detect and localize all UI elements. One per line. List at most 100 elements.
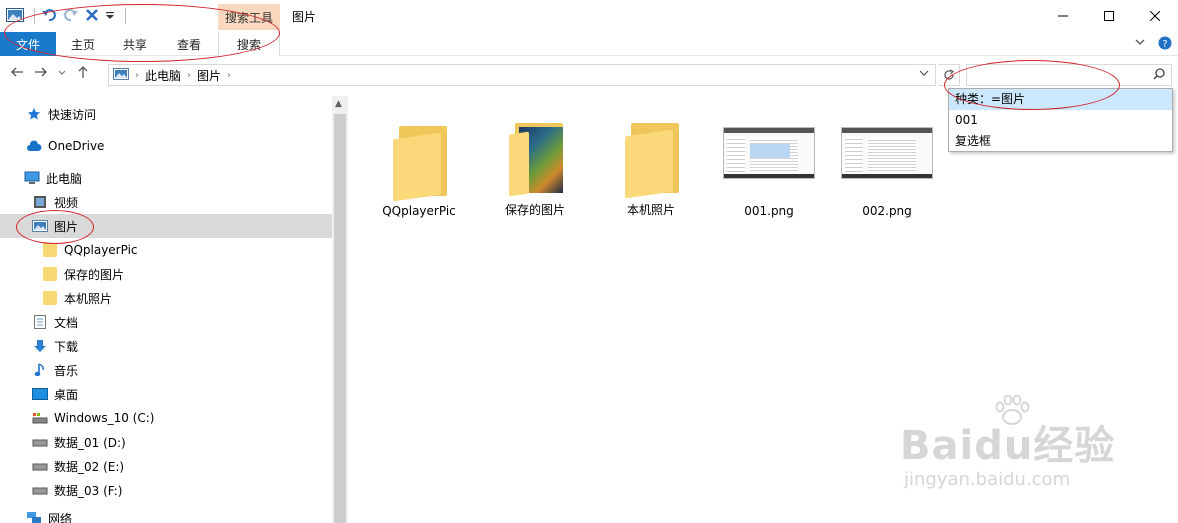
refresh-icon (943, 69, 954, 80)
sidebar-item-label: 数据_02 (E:) (54, 459, 125, 474)
file-item-001-png[interactable]: 001.png (714, 108, 824, 218)
search-box[interactable] (966, 64, 1172, 86)
window-controls (1040, 0, 1178, 32)
sidebar-item-onedrive[interactable]: OneDrive (0, 134, 332, 158)
maximize-icon (1104, 11, 1114, 21)
file-name: 保存的图片 (504, 203, 565, 217)
thumbnail (487, 108, 583, 197)
sidebar-item-label: QQplayerPic (64, 243, 138, 257)
tab-view[interactable]: 查看 (162, 32, 216, 56)
help-icon[interactable]: ? (1158, 36, 1172, 53)
pictures-location-icon (113, 67, 129, 83)
file-list: QQplayerPic 保存的图片 本机照片 001.png 002.png (350, 96, 1178, 523)
file-name: 本机照片 (626, 203, 675, 217)
title-bar: 搜索工具 图片 (0, 0, 1178, 32)
sidebar-item-label: 视频 (54, 195, 79, 210)
sidebar-item-saved-pictures[interactable]: 保存的图片 (0, 262, 332, 286)
delete-icon[interactable] (85, 8, 99, 25)
sidebar-item-label: 本机照片 (64, 291, 113, 306)
back-icon[interactable] (10, 65, 24, 83)
breadcrumb-pictures[interactable]: 图片 (197, 67, 221, 84)
sidebar-item-label: 数据_03 (F:) (54, 483, 123, 498)
sidebar-item-network[interactable]: 网络 (0, 506, 332, 523)
up-icon[interactable] (76, 65, 90, 83)
chevron-right-icon[interactable]: › (227, 70, 231, 81)
address-bar[interactable]: › 此电脑 › 图片 › (108, 64, 936, 86)
redo-icon[interactable] (63, 8, 79, 25)
tab-file[interactable]: 文件 (0, 32, 56, 56)
file-name: 001.png (744, 204, 794, 218)
sidebar-item-camera-roll[interactable]: 本机照片 (0, 286, 332, 310)
tab-search[interactable]: 搜索 (218, 32, 280, 56)
file-item-qqplayerpic[interactable]: QQplayerPic (364, 108, 474, 218)
file-item-saved-pictures[interactable]: 保存的图片 (480, 108, 590, 218)
maximize-button[interactable] (1086, 0, 1132, 32)
thumbnail (839, 108, 935, 198)
sidebar-item-music[interactable]: 音乐 (0, 358, 332, 382)
sidebar-item-label: 保存的图片 (64, 267, 125, 282)
thumbnail (371, 108, 467, 202)
sidebar-item-quick-access[interactable]: 快速访问 (0, 102, 332, 126)
picture-folder-icon (505, 123, 565, 197)
chevron-right-icon[interactable]: › (135, 70, 139, 81)
video-icon (32, 194, 48, 210)
toolbar-separator (34, 8, 35, 24)
sidebar-item-label: 下载 (54, 339, 79, 354)
close-icon (1150, 11, 1160, 21)
search-input[interactable] (967, 65, 1147, 85)
folder-icon (42, 266, 58, 282)
address-dropdown-icon[interactable] (919, 68, 929, 81)
sidebar-item-label: 此电脑 (46, 171, 83, 186)
sidebar-item-drive-d[interactable]: 数据_01 (D:) (0, 430, 332, 454)
close-button[interactable] (1132, 0, 1178, 32)
file-item-camera-roll[interactable]: 本机照片 (596, 108, 706, 218)
file-name: QQplayerPic (382, 204, 456, 218)
sidebar-item-drive-c[interactable]: Windows_10 (C:) (0, 406, 332, 430)
scrollbar-thumb[interactable] (334, 114, 346, 523)
sidebar-item-label: 文档 (54, 315, 79, 330)
scroll-up-icon[interactable]: ▲ (335, 99, 342, 109)
refresh-button[interactable] (938, 64, 960, 86)
breadcrumb-this-pc[interactable]: 此电脑 (145, 67, 181, 84)
sidebar-item-desktop[interactable]: 桌面 (0, 382, 332, 406)
sidebar-item-drive-f[interactable]: 数据_03 (F:) (0, 478, 332, 502)
folder-icon (42, 290, 58, 306)
app-icon[interactable] (6, 7, 24, 25)
folder-icon (621, 123, 681, 199)
forward-icon[interactable] (34, 65, 48, 83)
tab-share[interactable]: 共享 (110, 32, 160, 56)
sidebar-item-label: 音乐 (54, 363, 79, 378)
sidebar-item-pictures[interactable]: 图片 (0, 214, 332, 238)
sidebar-item-downloads[interactable]: 下载 (0, 334, 332, 358)
drive-icon (32, 482, 48, 498)
sidebar-item-this-pc[interactable]: 此电脑 (0, 166, 332, 190)
undo-icon[interactable] (41, 8, 57, 25)
nav-pane-scrollbar[interactable]: ▲ (332, 96, 348, 523)
file-item-002-png[interactable]: 002.png (832, 108, 942, 218)
music-icon (32, 362, 48, 378)
search-icon[interactable] (1153, 68, 1165, 83)
tab-home[interactable]: 主页 (58, 32, 108, 56)
quick-access-toolbar (6, 6, 126, 26)
sidebar-item-drive-e[interactable]: 数据_02 (E:) (0, 454, 332, 478)
sidebar-item-label: 图片 (54, 219, 79, 234)
context-tab-group-label: 搜索工具 (218, 4, 280, 30)
window-title: 图片 (292, 10, 317, 24)
recent-locations-icon[interactable] (58, 65, 66, 83)
thumbnail (721, 108, 817, 198)
minimize-button[interactable] (1040, 0, 1086, 32)
sidebar-item-videos[interactable]: 视频 (0, 190, 332, 214)
customize-dropdown-icon[interactable] (105, 8, 115, 25)
ribbon-expand-icon[interactable] (1134, 36, 1146, 53)
svg-text:?: ? (1162, 39, 1167, 50)
drive-icon (32, 458, 48, 474)
folder-icon (389, 126, 449, 202)
sidebar-item-qqplayerpic[interactable]: QQplayerPic (0, 238, 332, 262)
sidebar-item-label: 网络 (48, 511, 73, 523)
sidebar-item-label: 桌面 (54, 387, 79, 402)
chevron-right-icon[interactable]: › (187, 70, 191, 81)
sidebar-item-documents[interactable]: 文档 (0, 310, 332, 334)
file-name: 002.png (862, 204, 912, 218)
sidebar-item-label: 数据_01 (D:) (54, 435, 126, 450)
sidebar-item-label: OneDrive (48, 139, 105, 153)
